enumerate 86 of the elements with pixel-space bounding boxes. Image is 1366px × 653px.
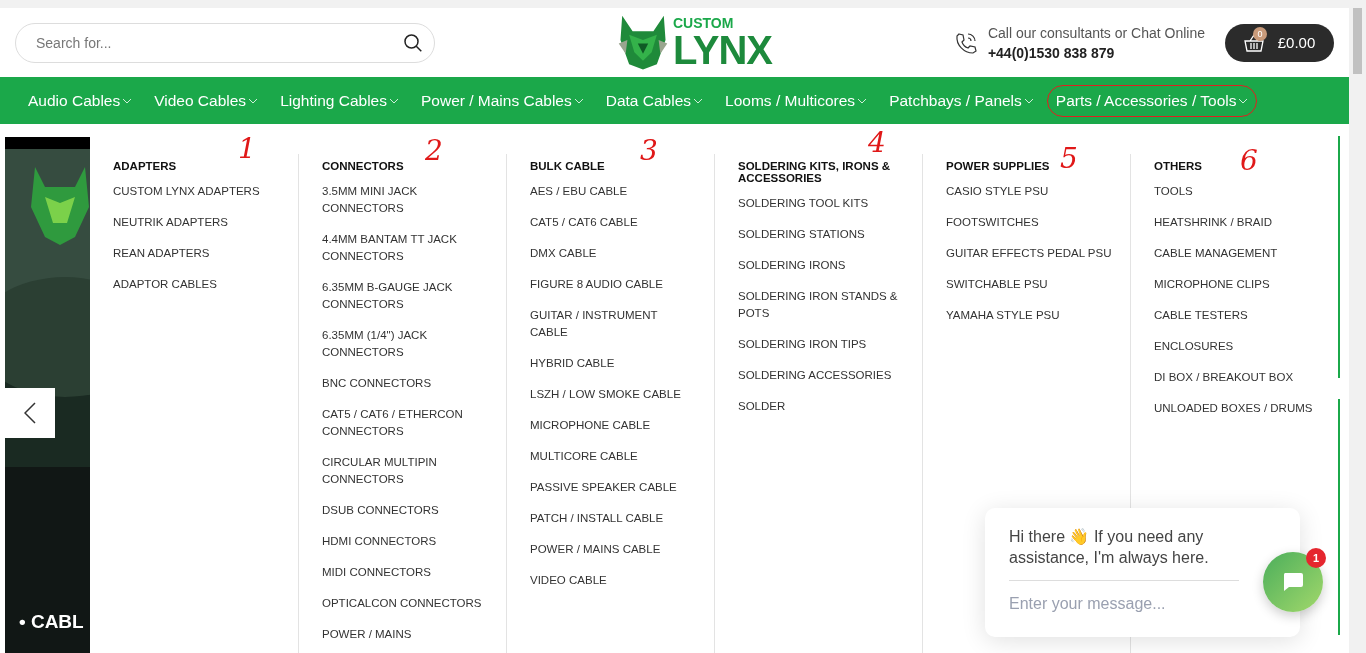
menu-link[interactable]: SOLDERING IRON STANDS & POTS [738, 288, 906, 322]
menu-link[interactable]: MIDI CONNECTORS [322, 564, 490, 581]
menu-link[interactable]: LSZH / LOW SMOKE CABLE [530, 386, 698, 403]
menu-link[interactable]: TOOLS [1154, 183, 1322, 200]
menu-link[interactable]: ENCLOSURES [1154, 338, 1322, 355]
menu-link[interactable]: DMX CABLE [530, 245, 698, 262]
chevron-down-icon [693, 97, 704, 104]
chevron-down-icon [1023, 97, 1034, 104]
menu-link[interactable]: CABLE MANAGEMENT [1154, 245, 1322, 262]
chevron-down-icon [389, 97, 399, 104]
menu-heading: POWER SUPPLIES [946, 160, 1051, 172]
chevron-down-icon [573, 97, 584, 104]
handwritten-number: 1 [238, 132, 256, 165]
menu-link[interactable]: CUSTOM LYNX ADAPTERS [113, 183, 282, 200]
menu-link[interactable]: SOLDER [738, 398, 906, 415]
menu-link[interactable]: SOLDERING IRONS [738, 257, 906, 274]
menu-link[interactable]: BNC CONNECTORS [322, 375, 490, 392]
menu-link[interactable]: NEUTRIK ADAPTERS [113, 214, 282, 231]
menu-link[interactable]: UNLOADED BOXES / DRUMS [1154, 400, 1322, 417]
menu-link[interactable]: SOLDERING STATIONS [738, 226, 906, 243]
menu-link[interactable]: SOLDERING IRON TIPS [738, 336, 906, 353]
menu-link[interactable]: 6.35MM (1/4") JACK CONNECTORS [322, 327, 490, 361]
menu-link[interactable]: HYBRID CABLE [530, 355, 698, 372]
menu-link[interactable]: DSUB CONNECTORS [322, 502, 490, 519]
menu-link[interactable]: OPTICALCON CONNECTORS [322, 595, 490, 612]
menu-link[interactable]: SOLDERING ACCESSORIES [738, 367, 906, 384]
chevron-down-icon [248, 97, 259, 104]
contact-text: Call our consultants or Chat Online [987, 24, 1205, 41]
menu-link[interactable]: MICROPHONE CLIPS [1154, 276, 1322, 293]
menu-link[interactable]: MULTICORE CABLE [530, 448, 698, 465]
menu-link[interactable]: FOOTSWITCHES [946, 214, 1114, 231]
menu-link[interactable]: PASSIVE SPEAKER CABLE [530, 479, 698, 496]
menu-link[interactable]: CAT5 / CAT6 CABLE [530, 214, 698, 231]
chevron-down-icon [122, 97, 133, 104]
chat-input[interactable]: Enter your message... [1009, 580, 1239, 613]
scrollbar-thumb[interactable] [1353, 8, 1362, 74]
chevron-down-icon [1238, 97, 1249, 104]
menu-link[interactable]: DI BOX / BREAKOUT BOX [1154, 369, 1322, 386]
lynx-head-icon [616, 13, 669, 72]
search-icon[interactable] [403, 32, 423, 53]
menu-link[interactable]: HEATSHRINK / BRAID [1154, 214, 1322, 231]
menu-link[interactable]: VIDEO CABLE [530, 572, 698, 589]
handwritten-number: 5 [1060, 142, 1078, 175]
chevron-left-icon [24, 402, 36, 424]
basket-icon [1243, 33, 1264, 52]
search-field[interactable]: Search for... [15, 22, 435, 63]
menu-link[interactable]: SWITCHABLE PSU [946, 276, 1114, 293]
handwritten-number: 4 [868, 126, 886, 159]
menu-heading: SOLDERING KITS, IRONS & ACCESSORIES [738, 160, 892, 184]
cart-button[interactable]: 0 £0.00 [1225, 23, 1334, 62]
chevron-down-icon [857, 97, 868, 104]
menu-link[interactable]: CAT5 / CAT6 / ETHERCON CONNECTORS [322, 406, 490, 440]
menu-link[interactable]: CABLE TESTERS [1154, 307, 1322, 324]
menu-link[interactable]: AES / EBU CABLE [530, 183, 698, 200]
handwritten-number: 6 [1240, 144, 1258, 177]
phone-icon [953, 30, 978, 55]
chat-greeting: Hi there 👋 If you need any assistance, I'm always here. [1009, 527, 1210, 568]
menu-link[interactable]: GUITAR / INSTRUMENT CABLE [530, 307, 698, 341]
handwritten-number: 3 [640, 134, 658, 167]
menu-link[interactable]: ADAPTOR CABLES [113, 276, 282, 293]
menu-heading: ADAPTERS [113, 160, 178, 172]
menu-link[interactable]: HDMI CONNECTORS [322, 533, 490, 550]
phone-number[interactable]: +44(0)1530 838 879 [987, 44, 1205, 61]
menu-link[interactable]: YAMAHA STYLE PSU [946, 307, 1114, 324]
menu-heading: CONNECTORS [322, 160, 405, 172]
menu-link[interactable]: MICROPHONE CABLE [530, 417, 698, 434]
logo[interactable]: CUSTOM LYNX [616, 13, 772, 72]
menu-link[interactable]: CASIO STYLE PSU [946, 183, 1114, 200]
menu-link[interactable]: POWER / MAINS CABLE [530, 541, 698, 558]
chat-icon [1282, 571, 1304, 593]
cart-count: 0 [1253, 26, 1267, 41]
hero-caption: • CABL [19, 611, 84, 633]
menu-link[interactable]: 6.35MM B-GAUGE JACK CONNECTORS [322, 279, 490, 313]
menu-link[interactable]: FIGURE 8 AUDIO CABLE [530, 276, 698, 293]
menu-heading: BULK CABLE [530, 160, 606, 172]
menu-link[interactable]: POWER / MAINS [322, 626, 490, 643]
menu-link[interactable]: 4.4MM BANTAM TT JACK CONNECTORS [322, 231, 490, 265]
menu-link[interactable]: 3.5MM MINI JACK CONNECTORS [322, 183, 490, 217]
menu-link[interactable]: REAN ADAPTERS [113, 245, 282, 262]
menu-link[interactable]: CIRCULAR MULTIPIN CONNECTORS [322, 454, 490, 488]
menu-link[interactable]: SOLDERING TOOL KITS [738, 195, 906, 212]
menu-link[interactable]: GUITAR EFFECTS PEDAL PSU [946, 245, 1114, 262]
menu-heading: OTHERS [1154, 160, 1203, 172]
previous-button[interactable] [5, 388, 55, 438]
menu-link[interactable]: PATCH / INSTALL CABLE [530, 510, 698, 527]
handwritten-number: 2 [425, 134, 443, 167]
